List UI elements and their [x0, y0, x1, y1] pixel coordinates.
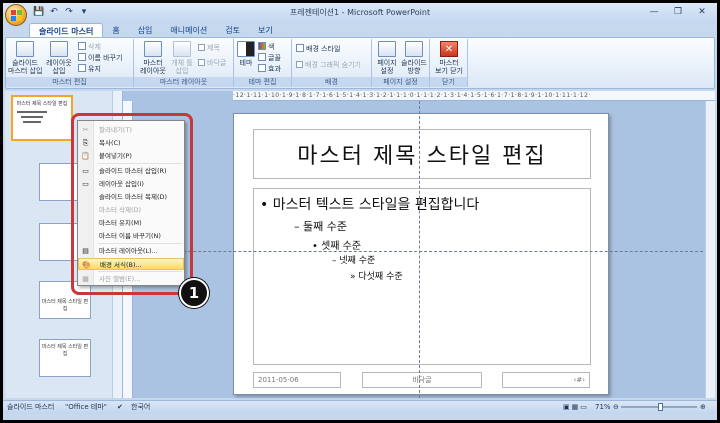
footer-placeholder[interactable]: 바닥글 [362, 372, 482, 388]
zoom-out-icon[interactable]: ⊖ [613, 401, 619, 414]
fonts-icon [258, 53, 266, 61]
layout-icon [50, 41, 68, 57]
orientation-icon [405, 41, 423, 57]
text-level-5: » 다섯째 수준 [350, 272, 403, 282]
slide-canvas: ·12·1·11·1·10·1·9·1·8·1·7·1·6·1·5·1·4·1·… [123, 91, 715, 398]
window-controls: — ❐ ✕ [643, 5, 713, 19]
status-bar: 슬라이드 마스터 "Office 테마" ✔ 한국어 ▣▦▭ 71% ⊖ ⊕ [3, 400, 717, 414]
checkbox-icon [296, 61, 303, 68]
maximize-button[interactable]: ❐ [667, 5, 689, 19]
tab-view[interactable]: 보기 [249, 23, 282, 38]
delete-icon [78, 42, 86, 50]
preserve-button[interactable]: 유지 [78, 64, 101, 74]
fonts-button[interactable]: 글꼴 [258, 53, 281, 63]
group-label: 페이지 설정 [372, 77, 429, 87]
background-styles-button[interactable]: 배경 스타일 [296, 44, 340, 54]
zoom-level[interactable]: 71% [595, 401, 611, 414]
master-layout-icon [144, 41, 162, 57]
horizontal-guide[interactable] [133, 251, 703, 252]
group-close: ✕ 마스터 보기 닫기 닫기 [430, 39, 468, 87]
tab-insert[interactable]: 삽입 [129, 23, 162, 38]
checkbox-icon [198, 44, 205, 51]
horizontal-ruler: ·12·1·11·1·10·1·9·1·8·1·7·1·6·1·5·1·4·1·… [233, 91, 715, 101]
window-title: 프레젠테이션1 - Microsoft PowerPoint [289, 8, 431, 17]
status-language[interactable]: 한국어 [131, 401, 150, 414]
tab-animations[interactable]: 애니메이션 [161, 23, 216, 38]
effects-icon [258, 64, 266, 72]
title-placeholder[interactable]: 마스터 제목 스타일 편집 [253, 129, 591, 179]
zoom-slider-handle[interactable] [658, 403, 663, 411]
date-placeholder[interactable]: 2011-05-06 [253, 372, 341, 388]
vertical-guide[interactable] [419, 101, 420, 398]
body-placeholder[interactable]: • 마스터 텍스트 스타일을 편집합니다 – 둘째 수준 • 셋째 수준 – 넷… [253, 188, 591, 365]
group-label: 테마 편집 [234, 77, 291, 87]
slide-master-icon [16, 41, 34, 57]
spellcheck-icon[interactable]: ✔ [117, 401, 123, 414]
placeholder-icon [173, 41, 191, 57]
slide-master[interactable]: 마스터 제목 스타일 편집 • 마스터 텍스트 스타일을 편집합니다 – 둘째 … [233, 113, 609, 395]
powerpoint-window: 💾 ↶ ↷ ▾ 프레젠테이션1 - Microsoft PowerPoint —… [3, 3, 717, 420]
office-logo-icon [10, 9, 22, 21]
group-master-layout: 마스터 레이아웃 개체 틀 삽입 제목 바닥글 마스터 레이아웃 [134, 39, 234, 87]
pin-icon [78, 64, 86, 72]
text-level-3: • 셋째 수준 [312, 241, 362, 252]
insert-slide-master-button[interactable]: 슬라이드 마스터 삽입 [8, 41, 42, 75]
close-icon: ✕ [440, 41, 458, 57]
office-button[interactable] [5, 4, 27, 26]
group-label: 닫기 [430, 77, 467, 87]
master-thumbnail[interactable]: 마스터 제목 스타일 편집 [11, 95, 73, 141]
delete-button[interactable]: 삭제 [78, 42, 101, 52]
group-label: 마스터 레이아웃 [134, 77, 233, 87]
tab-home[interactable]: 홈 [103, 23, 128, 38]
group-label: 마스터 편집 [6, 77, 133, 87]
annotation-highlight [71, 113, 193, 295]
title-bar: 💾 ↶ ↷ ▾ 프레젠테이션1 - Microsoft PowerPoint —… [3, 3, 717, 26]
status-theme-name: "Office 테마" [65, 403, 107, 411]
hide-background-checkbox[interactable]: 배경 그래픽 숨기기 [296, 61, 361, 70]
page-setup-icon [378, 41, 396, 57]
insert-layout-button[interactable]: 레이아웃 삽입 [44, 41, 74, 75]
rename-icon [78, 53, 86, 61]
group-edit-master: 슬라이드 마스터 삽입 레이아웃 삽입 삭제 이름 바꾸기 유지 마스터 편집 [6, 39, 134, 87]
canvas-scrollbar[interactable] [705, 101, 715, 398]
ribbon: 슬라이드 마스터 삽입 레이아웃 삽입 삭제 이름 바꾸기 유지 마스터 편집 … [5, 37, 715, 89]
text-level-1: • 마스터 텍스트 스타일을 편집합니다 [260, 197, 480, 213]
group-edit-theme: 테마 색 글꼴 효과 테마 편집 [234, 39, 292, 87]
colors-icon [258, 42, 266, 50]
minimize-button[interactable]: — [643, 5, 665, 19]
rename-button[interactable]: 이름 바꾸기 [78, 53, 122, 63]
view-buttons[interactable]: ▣▦▭ [563, 401, 589, 414]
text-level-2: – 둘째 수준 [294, 220, 347, 233]
title-checkbox[interactable]: 제목 [198, 44, 220, 53]
group-background: 배경 스타일 배경 그래픽 숨기기 배경 [292, 39, 372, 87]
themes-button[interactable]: 테마 [236, 41, 256, 67]
group-label: 배경 [292, 77, 371, 87]
tab-slide-master[interactable]: 슬라이드 마스터 [29, 23, 104, 38]
colors-button[interactable]: 색 [258, 42, 274, 52]
close-window-button[interactable]: ✕ [691, 5, 713, 19]
background-styles-icon [296, 44, 304, 52]
status-view-name: 슬라이드 마스터 [7, 403, 55, 411]
tab-review[interactable]: 검토 [216, 23, 249, 38]
zoom-in-icon[interactable]: ⊕ [700, 401, 706, 414]
ribbon-tabs: 슬라이드 마스터 홈 삽입 애니메이션 검토 보기 [29, 23, 282, 38]
master-layout-button[interactable]: 마스터 레이아웃 [138, 41, 168, 75]
group-page-setup: 페이지 설정 슬라이드 방향 페이지 설정 [372, 39, 430, 87]
theme-icon [237, 41, 255, 57]
slide-orientation-button[interactable]: 슬라이드 방향 [400, 41, 428, 75]
effects-button[interactable]: 효과 [258, 64, 281, 74]
slide-number-placeholder[interactable]: ‹#› [502, 372, 590, 388]
text-level-4: – 넷째 수준 [332, 256, 376, 266]
step-callout-badge: 1 [179, 278, 209, 308]
insert-placeholder-button[interactable]: 개체 틀 삽입 [168, 41, 196, 75]
checkbox-icon [198, 59, 205, 66]
footer-checkbox[interactable]: 바닥글 [198, 59, 226, 68]
layout-thumbnail[interactable]: 마스터 제목 스타일 편집 [39, 339, 91, 377]
close-master-view-button[interactable]: ✕ 마스터 보기 닫기 [432, 41, 466, 75]
page-setup-button[interactable]: 페이지 설정 [374, 41, 400, 75]
